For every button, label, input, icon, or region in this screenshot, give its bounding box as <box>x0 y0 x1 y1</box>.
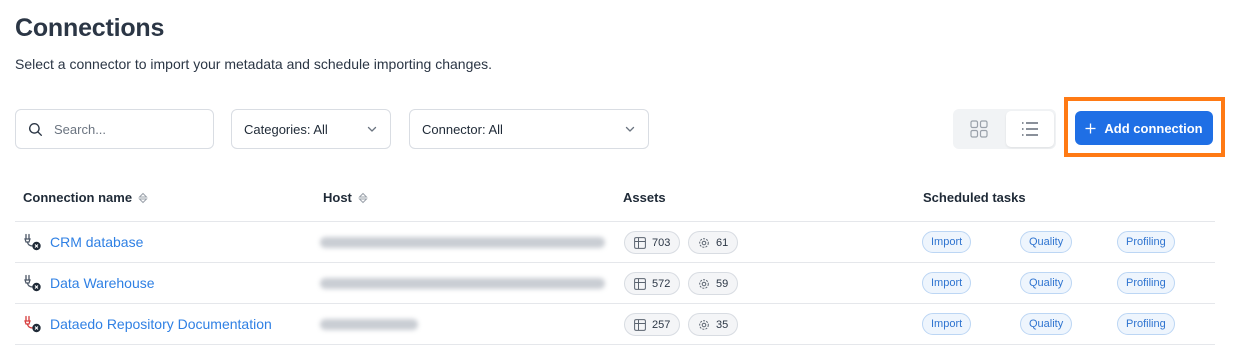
column-header-label: Connection name <box>23 190 133 205</box>
column-header-host[interactable]: Host <box>323 190 368 205</box>
task-quality-badge[interactable]: Quality <box>1020 313 1073 335</box>
chevron-down-icon <box>624 123 636 135</box>
tables-count-badge: 572 <box>624 272 681 295</box>
procedures-count-badge: 61 <box>688 231 739 254</box>
search-input[interactable] <box>54 121 194 137</box>
page-title: Connections <box>15 14 165 42</box>
procedures-count-badge: 59 <box>688 272 739 295</box>
gear-icon <box>699 237 709 248</box>
host-value-blurred <box>320 237 605 248</box>
list-icon <box>1022 122 1038 136</box>
procedures-count: 61 <box>716 236 729 249</box>
row-divider <box>15 344 1215 345</box>
task-import-badge[interactable]: Import <box>922 231 972 253</box>
tables-count: 257 <box>652 318 671 331</box>
add-connection-button[interactable]: Add connection <box>1075 111 1213 145</box>
host-value-blurred <box>320 278 605 289</box>
gear-icon <box>699 278 709 289</box>
gear-icon <box>699 319 709 330</box>
search-icon <box>28 122 43 136</box>
table-icon <box>634 277 646 290</box>
tables-count-badge: 257 <box>624 313 681 336</box>
column-header-label: Scheduled tasks <box>923 190 1026 205</box>
connection-name-cell[interactable]: Data Warehouse <box>24 263 155 303</box>
task-profiling-badge[interactable]: Profiling <box>1117 272 1175 294</box>
procedures-count-badge: 35 <box>688 313 739 336</box>
task-import-badge[interactable]: Import <box>922 272 972 294</box>
column-header-label: Host <box>323 190 352 205</box>
connection-name-link[interactable]: Dataedo Repository Documentation <box>50 316 272 332</box>
categories-filter[interactable]: Categories: All <box>231 109 391 149</box>
task-quality-badge[interactable]: Quality <box>1020 272 1073 294</box>
column-header-scheduled-tasks: Scheduled tasks <box>923 190 1026 205</box>
task-profiling-badge[interactable]: Profiling <box>1117 313 1175 335</box>
page-subtitle: Select a connector to import your metada… <box>15 56 493 72</box>
procedures-count: 35 <box>716 318 729 331</box>
connector-plug-icon <box>24 233 41 251</box>
tables-count-badge: 703 <box>624 231 681 254</box>
search-box[interactable] <box>15 109 214 149</box>
tables-count: 572 <box>652 277 671 290</box>
table-icon <box>634 318 646 331</box>
connection-name-cell[interactable]: Dataedo Repository Documentation <box>24 304 272 344</box>
task-quality-badge[interactable]: Quality <box>1020 231 1073 253</box>
sort-icon <box>138 192 148 204</box>
categories-filter-value: Categories: All <box>244 121 328 137</box>
table-row: CRM database 703 61 Import Quality Profi… <box>15 222 1215 262</box>
table-icon <box>634 236 646 249</box>
connector-filter-value: Connector: All <box>422 121 503 137</box>
table-row: Data Warehouse 572 59 Import Quality Pro… <box>15 263 1215 303</box>
task-profiling-badge[interactable]: Profiling <box>1117 231 1175 253</box>
connection-name-link[interactable]: Data Warehouse <box>50 275 155 291</box>
column-header-assets: Assets <box>623 190 666 205</box>
grid-view-button[interactable] <box>955 111 1003 147</box>
procedures-count: 59 <box>716 277 729 290</box>
host-value-blurred <box>320 319 418 330</box>
plus-icon <box>1085 123 1096 133</box>
chevron-down-icon <box>366 123 378 135</box>
connector-plug-red-icon <box>24 315 41 333</box>
connector-filter[interactable]: Connector: All <box>409 109 649 149</box>
tables-count: 703 <box>652 236 671 249</box>
connection-name-link[interactable]: CRM database <box>50 234 143 250</box>
sort-icon <box>358 192 368 204</box>
grid-icon <box>970 120 988 138</box>
table-row: Dataedo Repository Documentation 257 35 … <box>15 304 1215 344</box>
connection-name-cell[interactable]: CRM database <box>24 222 143 262</box>
column-header-connection-name[interactable]: Connection name <box>23 190 148 205</box>
connector-plug-icon <box>24 274 41 292</box>
task-import-badge[interactable]: Import <box>922 313 972 335</box>
column-header-label: Assets <box>623 190 666 205</box>
add-connection-label: Add connection <box>1104 120 1203 136</box>
list-view-button[interactable] <box>1006 111 1054 147</box>
view-mode-toggle <box>953 109 1056 149</box>
